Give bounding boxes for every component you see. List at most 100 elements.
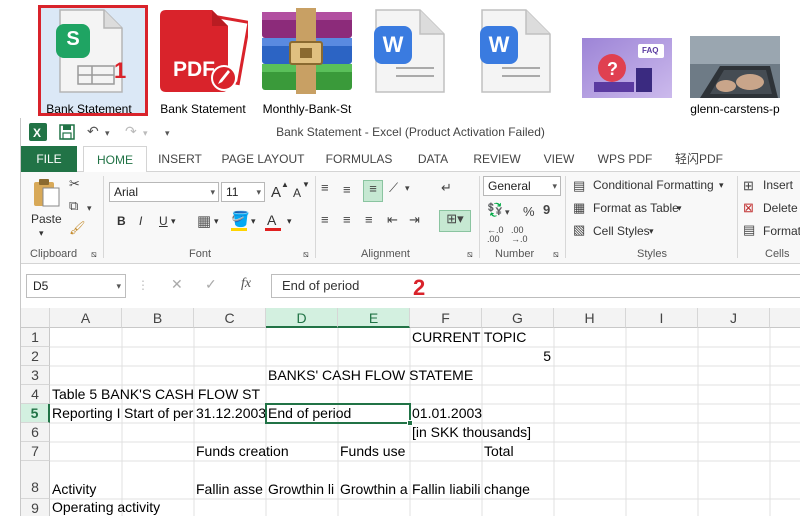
paste-button-label[interactable]: Paste — [31, 212, 62, 226]
cell-a4[interactable]: Table 5 BANK'S CASH FLOW ST — [50, 385, 266, 404]
cut-icon[interactable]: ✂ — [69, 176, 80, 192]
insert-cells-icon[interactable]: ⊞ — [743, 178, 754, 194]
delete-cells-button[interactable]: Delete — [763, 201, 798, 215]
font-size-select[interactable]: 11 ▾ — [221, 182, 265, 202]
select-all-corner[interactable] — [21, 308, 50, 328]
delete-cells-icon[interactable]: ⊠ — [743, 200, 754, 216]
format-as-table-button[interactable]: Format as Table — [593, 201, 679, 215]
tab-formulas[interactable]: FORMULAS — [321, 146, 397, 172]
tab-view[interactable]: VIEW — [537, 146, 581, 172]
format-as-table-icon[interactable]: ▦ — [573, 200, 585, 216]
font-color-dropdown-icon[interactable]: ▾ — [287, 216, 292, 227]
cell-e8[interactable]: Growthin a — [338, 480, 410, 499]
fill-color-dropdown-icon[interactable]: ▾ — [251, 216, 256, 227]
column-header-a[interactable]: A — [50, 308, 122, 328]
cell-f1[interactable]: CURRENT TOPIC — [410, 328, 570, 347]
shrink-font-icon[interactable]: A — [293, 186, 301, 200]
row-header-1[interactable]: 1 — [21, 328, 50, 347]
row-header-3[interactable]: 3 — [21, 366, 50, 385]
percent-button[interactable]: % — [523, 204, 535, 220]
italic-button[interactable]: I — [139, 214, 142, 228]
fill-color-icon[interactable]: 🪣 — [231, 210, 250, 228]
number-format-select[interactable]: General ▾ — [483, 176, 561, 196]
wrap-text-icon[interactable]: ↵ — [441, 180, 452, 196]
column-header-b[interactable]: B — [122, 308, 194, 328]
enter-icon[interactable]: ✓ — [205, 276, 217, 293]
format-painter-icon[interactable]: 🖌 — [69, 220, 86, 236]
tab-file[interactable]: FILE — [21, 146, 77, 172]
borders-dropdown-icon[interactable]: ▾ — [214, 216, 219, 227]
paste-dropdown-icon[interactable]: ▾ — [39, 228, 44, 239]
cell-c5[interactable]: 31.12.2003 — [194, 404, 266, 423]
align-middle-icon[interactable]: ≡ — [343, 182, 351, 198]
column-header-j[interactable]: J — [698, 308, 770, 328]
increase-decimal-icon[interactable]: ←.0.00 — [487, 226, 504, 244]
desktop-file-monthly-bank-statement-rar[interactable]: Monthly-Bank-St — [262, 4, 352, 116]
cell-f8[interactable]: Fallin liabili — [410, 480, 482, 499]
format-cells-button[interactable]: Format — [763, 224, 800, 238]
bold-button[interactable]: B — [117, 214, 126, 228]
grow-font-icon[interactable]: A — [271, 184, 281, 201]
tab-page-layout[interactable]: PAGE LAYOUT — [217, 146, 309, 172]
desktop-file-image-faq[interactable]: ? FAQ — [582, 4, 672, 116]
row-header-8[interactable]: 8 — [21, 461, 50, 499]
cell-e7[interactable]: Funds use — [338, 442, 410, 461]
desktop-file-word-2[interactable]: W — [476, 4, 556, 116]
tab-data[interactable]: DATA — [409, 146, 457, 172]
orientation-dropdown-icon[interactable]: ▾ — [405, 180, 410, 196]
formula-input[interactable]: End of period — [271, 274, 800, 298]
borders-icon[interactable]: ▦ — [197, 212, 211, 230]
row-header-4[interactable]: 4 — [21, 385, 50, 404]
tab-review[interactable]: REVIEW — [469, 146, 525, 172]
column-header-h[interactable]: H — [554, 308, 626, 328]
row-header-2[interactable]: 2 — [21, 347, 50, 366]
column-header-k[interactable] — [770, 308, 800, 328]
insert-function-icon[interactable]: fx — [241, 276, 251, 292]
format-cells-icon[interactable]: ▤ — [743, 222, 755, 238]
cell-d3[interactable]: BANKS' CASH FLOW STATEME — [266, 366, 482, 385]
paste-icon[interactable] — [31, 178, 61, 208]
increase-indent-icon[interactable]: ⇥ — [409, 212, 420, 228]
active-cell-selection[interactable] — [265, 403, 413, 426]
accounting-dropdown-icon[interactable]: ▾ — [505, 204, 510, 220]
font-color-icon[interactable]: A — [267, 212, 276, 228]
decrease-indent-icon[interactable]: ⇤ — [387, 212, 398, 228]
align-top-icon[interactable]: ≡ — [321, 180, 329, 196]
cell-styles-button[interactable]: Cell Styles — [593, 224, 650, 238]
tab-insert[interactable]: INSERT — [153, 146, 207, 172]
cell-d8[interactable]: Growthin li — [266, 480, 338, 499]
font-name-select[interactable]: Arial ▾ — [109, 182, 219, 202]
copy-icon[interactable]: ⧉ — [69, 198, 78, 214]
comma-style-button[interactable]: 9 — [543, 202, 550, 218]
tab-home[interactable]: HOME — [83, 146, 147, 173]
column-header-g[interactable]: G — [482, 308, 554, 328]
desktop-file-photo-glenn-carstens[interactable]: glenn-carstens-p — [690, 4, 780, 116]
number-launcher-icon[interactable]: ⧅ — [553, 246, 559, 262]
cell-g8[interactable]: change — [482, 480, 554, 499]
column-header-e[interactable]: E — [338, 308, 410, 328]
align-left-icon[interactable]: ≡ — [321, 212, 329, 228]
tab-wps-pdf[interactable]: WPS PDF — [593, 146, 657, 172]
underline-dropdown-icon[interactable]: ▾ — [171, 216, 176, 227]
conditional-formatting-icon[interactable]: ▤ — [573, 178, 585, 194]
cell-b5[interactable]: Start of per — [122, 404, 194, 423]
copy-dropdown-icon[interactable]: ▾ — [87, 200, 92, 216]
cell-c7[interactable]: Funds creation — [194, 442, 338, 461]
column-header-i[interactable]: I — [626, 308, 698, 328]
merge-center-icon[interactable]: ⊞▾ — [439, 210, 471, 232]
underline-button[interactable]: U — [159, 214, 168, 228]
insert-cells-button[interactable]: Insert — [763, 178, 793, 192]
column-header-f[interactable]: F — [410, 308, 482, 328]
cell-c8[interactable]: Fallin asse — [194, 480, 266, 499]
cell-a8[interactable]: Activity — [50, 480, 122, 499]
cell-f5[interactable]: 01.01.2003 — [410, 404, 554, 423]
cell-g7[interactable]: Total — [482, 442, 554, 461]
accounting-format-icon[interactable]: 💱 — [487, 202, 503, 218]
align-bottom-icon[interactable]: ≡ — [363, 180, 383, 202]
cell-a9[interactable]: Operating activity — [50, 499, 266, 516]
cell-g2[interactable]: 5 — [482, 347, 554, 366]
row-header-6[interactable]: 6 — [21, 423, 50, 442]
conditional-formatting-button[interactable]: Conditional Formatting — [593, 178, 714, 192]
cell-a5[interactable]: Reporting I — [50, 404, 122, 423]
row-header-9[interactable]: 9 — [21, 499, 50, 516]
